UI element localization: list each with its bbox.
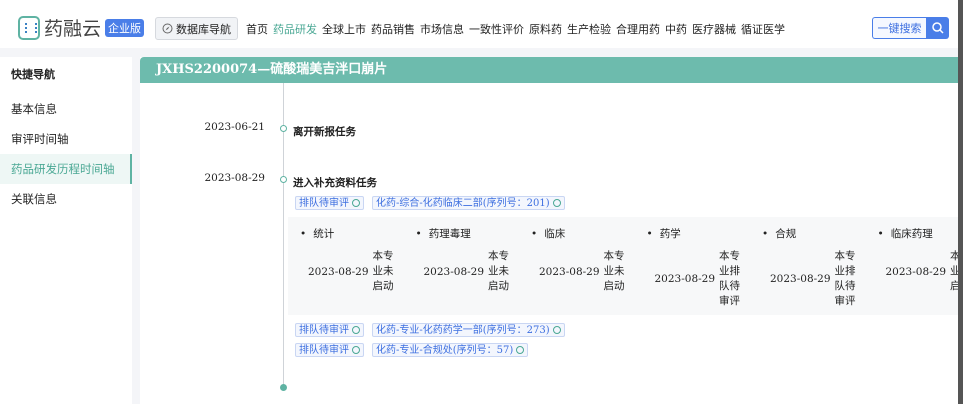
database-nav-label: 数据库导航 (176, 22, 231, 36)
sidebar: 快捷导航 基本信息 审评时间轴 药品研发历程时间轴 关联信息 (0, 57, 132, 404)
nav-item[interactable]: 首页 (246, 21, 268, 37)
review-unit: 统计 2023-08-29本专业未启动 (300, 217, 416, 315)
event-date: 2023-08-29 (204, 172, 265, 184)
clock-icon (352, 326, 360, 334)
tag-label: 化药-专业-化药药学一部(序列号：273) (376, 324, 550, 336)
tag-label: 排队待审评 (299, 324, 349, 336)
nav-item[interactable]: 一致性评价 (469, 21, 524, 37)
review-units: 统计2023-08-29本专业未启动药理毒理2023-08-29本专业未启动临床… (288, 217, 963, 315)
unit-status: 本专业未启动 (603, 250, 625, 292)
logo-icon (18, 15, 40, 40)
department-tag[interactable]: 化药-专业-合规处(序列号：57) (372, 343, 529, 357)
logo[interactable]: 药融云 企业版 (18, 14, 145, 41)
unit-date: 2023-08-29 (770, 273, 831, 285)
sidebar-title: 快捷导航 (11, 68, 55, 81)
sidebar-item[interactable]: 药品研发历程时间轴 (0, 154, 132, 184)
unit-date: 2023-08-29 (308, 265, 369, 278)
status-tag[interactable]: 排队待审评 (295, 323, 364, 337)
unit-name: 药理毒理 (416, 226, 532, 241)
review-unit: 临床药理2023-08-29本专业未启动 (878, 217, 963, 315)
timeline-dot (280, 125, 287, 132)
search-icon (931, 22, 944, 34)
event-label: 进入补充资料任务 (293, 177, 377, 189)
main-nav: 首页 药品研发 全球上市 药品销售 市场信息 一致性评价 原料药 生产检验 合理用药 中药 医疗器械… (246, 21, 785, 37)
unit-date: 2023-08-29 (885, 265, 947, 278)
one-click-search-button[interactable]: 一键搜索 (872, 17, 926, 39)
clock-icon (352, 199, 360, 207)
tag-label: 排队待审评 (299, 197, 349, 209)
timeline-end-dot (280, 384, 287, 391)
nav-item[interactable]: 中药 (665, 21, 687, 37)
nav-item[interactable]: 药品销售 (371, 21, 415, 37)
tag-label: 化药-综合-化药临床二部(序列号：201) (376, 197, 550, 209)
unit-date: 2023-08-29 (539, 265, 600, 278)
logo-text: 药融云 (44, 18, 102, 40)
search: 一键搜索 (872, 17, 949, 39)
sidebar-item[interactable]: 审评时间轴 (0, 124, 132, 154)
unit-name: 临床药理 (878, 226, 963, 241)
event-label: 离开新报任务 (293, 126, 356, 138)
search-button[interactable] (926, 17, 949, 39)
nav-item[interactable]: 原料药 (529, 21, 562, 37)
nav-item[interactable]: 循证医学 (741, 21, 785, 37)
main-panel: JXHS2200074—硫酸瑞美吉泮口崩片 2023-06-21 离开新报任务 … (140, 57, 963, 404)
scrollbar[interactable] (958, 0, 963, 404)
unit-name: 统计 (300, 226, 416, 241)
department-tag[interactable]: 化药-综合-化药临床二部(序列号：201) (372, 196, 565, 210)
nav-item[interactable]: 市场信息 (420, 21, 464, 37)
database-nav-button[interactable]: 数据库导航 (155, 17, 238, 40)
tag-label: 化药-专业-合规处(序列号：57) (376, 344, 514, 356)
tag-row: 排队待审评 化药-专业-合规处(序列号：57) (295, 343, 529, 357)
review-unit: 临床 2023-08-29本专业未启动 (531, 217, 647, 315)
sidebar-item[interactable]: 基本信息 (0, 94, 132, 124)
nav-item[interactable]: 全球上市 (322, 21, 366, 37)
edition-badge: 企业版 (105, 18, 145, 37)
nav-item[interactable]: 生产检验 (567, 21, 611, 37)
clock-icon (352, 346, 360, 354)
sidebar-item[interactable]: 关联信息 (0, 184, 132, 214)
status-tag[interactable]: 排队待审评 (295, 343, 364, 357)
unit-date: 2023-08-29 (423, 265, 485, 278)
compass-icon (162, 23, 173, 34)
department-tag[interactable]: 化药-专业-化药药学一部(序列号：273) (372, 323, 565, 337)
top-header: 药融云 企业版 数据库导航 首页 药品研发 全球上市 药品销售 市场信息 一致性评价 原料药… (0, 0, 958, 48)
tag-row: 排队待审评 化药-综合-化药临床二部(序列号：201) (295, 196, 565, 210)
tag-row: 排队待审评 化药-专业-化药药学一部(序列号：273) (295, 323, 565, 337)
review-unit: 药学 2023-08-29本专业排队待审评 (647, 217, 763, 315)
event-date: 2023-06-21 (204, 121, 265, 133)
nav-item[interactable]: 药品研发 (273, 21, 317, 37)
review-unit: 药理毒理 2023-08-29本专业未启动 (416, 217, 532, 315)
unit-name: 合规 (762, 226, 878, 241)
unit-name: 临床 (531, 226, 647, 241)
unit-status: 本专业未启动 (372, 250, 394, 292)
tag-label: 排队待审评 (299, 344, 349, 356)
status-tag[interactable]: 排队待审评 (295, 196, 364, 210)
clock-icon (552, 199, 561, 207)
clock-icon (516, 346, 525, 354)
review-unit: 合规 2023-08-29本专业排队待审评 (762, 217, 878, 315)
timeline-dot (280, 176, 287, 183)
unit-name: 药学 (647, 226, 763, 241)
unit-status: 本专业排队待审评 (719, 250, 741, 307)
unit-status: 本专业排队待审评 (834, 250, 856, 307)
clock-icon (552, 326, 561, 334)
nav-item[interactable]: 合理用药 (616, 21, 660, 37)
unit-date: 2023-08-29 (654, 273, 716, 285)
unit-status: 本专业未启动 (488, 250, 510, 292)
page-title: JXHS2200074—硫酸瑞美吉泮口崩片 (140, 57, 958, 83)
nav-item[interactable]: 医疗器械 (692, 21, 736, 37)
